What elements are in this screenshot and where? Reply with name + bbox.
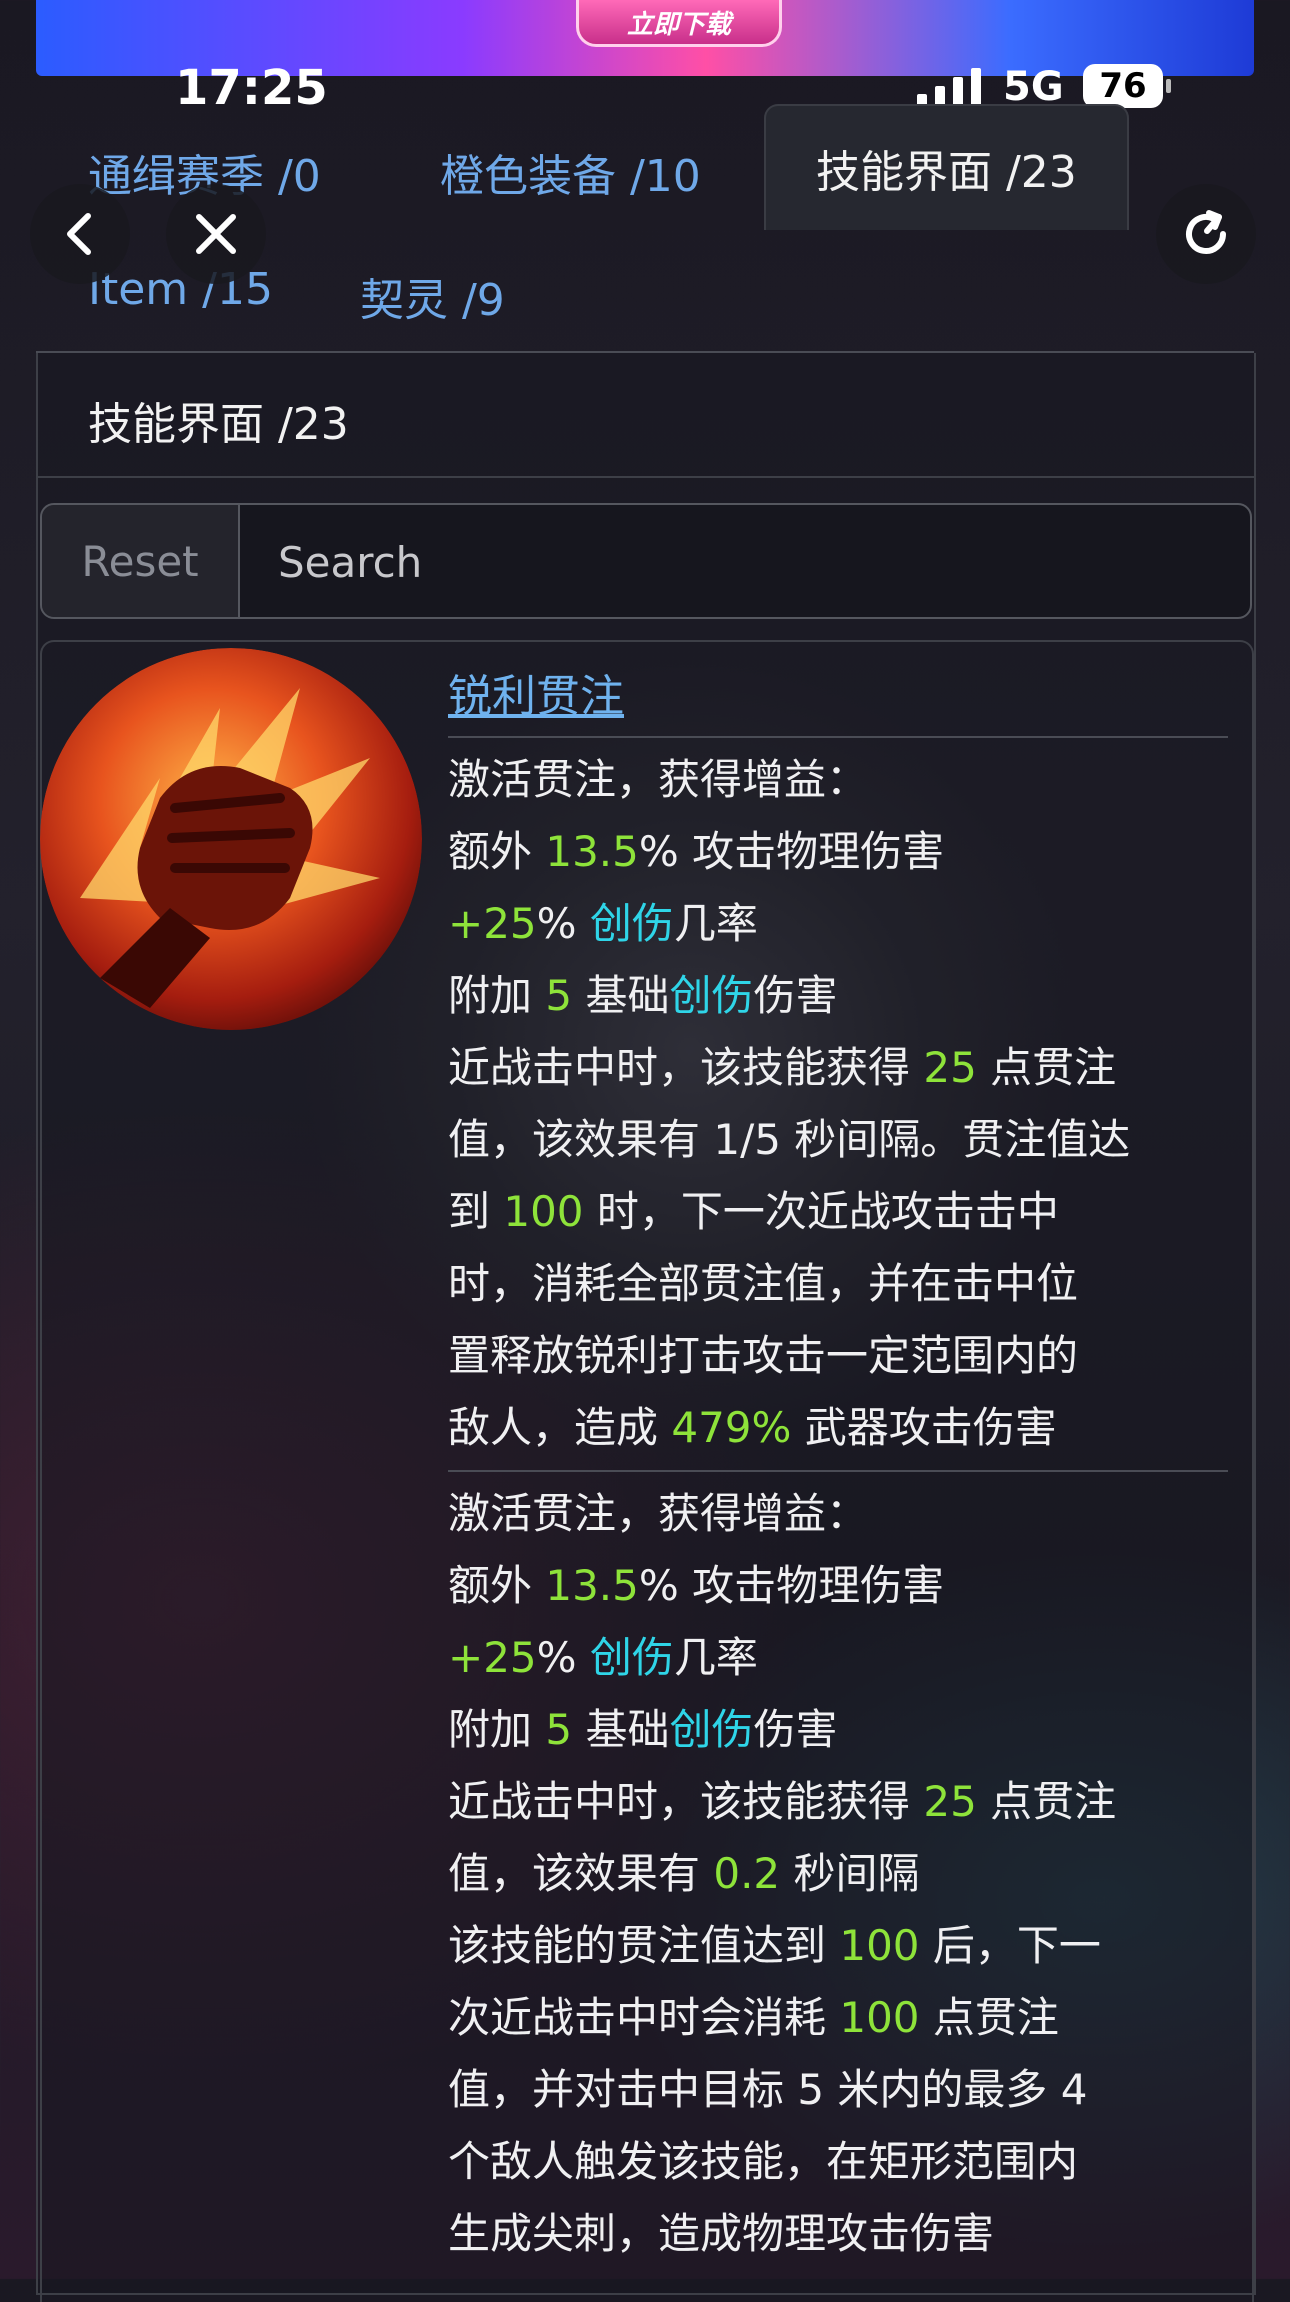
- desc-line: 该技能的贯注值达到 100 后，下一: [448, 1921, 1101, 1970]
- status-time: 17:25: [175, 60, 328, 116]
- signal-icon: [917, 68, 981, 106]
- search-input[interactable]: [240, 505, 1250, 617]
- desc-line: 个敌人触发该技能，在矩形范围内: [448, 2137, 1079, 2186]
- tab-skill-interface[interactable]: 技能界面 /23: [764, 104, 1129, 230]
- battery-level: 76: [1099, 66, 1147, 106]
- description-divider: [448, 1470, 1228, 1472]
- desc-line: +25% 创伤几率: [448, 899, 758, 948]
- desc-line: 值，并对击中目标 5 米内的最多 4: [448, 2065, 1088, 2114]
- desc-line: 额外 13.5% 攻击物理伤害: [448, 1561, 945, 1610]
- refresh-button[interactable]: [1156, 184, 1256, 284]
- refresh-icon: [1186, 210, 1226, 254]
- desc-line: 次近战击中时会消耗 100 点贯注: [448, 1993, 1059, 2042]
- panel-title: 技能界面 /23: [88, 399, 349, 450]
- tab-spirit[interactable]: 契灵 /9: [360, 264, 505, 328]
- chevron-left-icon: [67, 213, 91, 255]
- desc-line: 附加 5 基础创伤伤害: [448, 971, 838, 1020]
- skill-description-1: 激活贯注，获得增益： 额外 13.5% 攻击物理伤害 +25% 创伤几率 附加 …: [448, 744, 1228, 1464]
- skill-name-divider: [448, 736, 1228, 738]
- desc-line: 敌人，造成 479% 武器攻击伤害: [448, 1403, 1057, 1452]
- desc-line: 激活贯注，获得增益：: [448, 755, 869, 804]
- desc-line: 近战击中时，该技能获得 25 点贯注: [448, 1043, 1117, 1092]
- flaming-fist-icon: [40, 648, 422, 1030]
- skill-name-link[interactable]: 锐利贯注: [448, 660, 624, 724]
- reset-button[interactable]: Reset: [42, 505, 240, 617]
- desc-line: 生成尖刺，造成物理攻击伤害: [448, 2209, 995, 2258]
- desc-line: 时，消耗全部贯注值，并在击中位: [448, 1259, 1079, 1308]
- back-button[interactable]: [30, 184, 130, 284]
- skill-description-2: 激活贯注，获得增益： 额外 13.5% 攻击物理伤害 +25% 创伤几率 附加 …: [448, 1478, 1228, 2270]
- desc-line: 附加 5 基础创伤伤害: [448, 1705, 838, 1754]
- tab-orange-equipment[interactable]: 橙色装备 /10: [440, 140, 701, 204]
- desc-line: 值，该效果有 0.2 秒间隔: [448, 1849, 920, 1898]
- close-icon: [196, 214, 236, 254]
- desc-line: 额外 13.5% 攻击物理伤害: [448, 827, 945, 876]
- desc-line: 值，该效果有 1/5 秒间隔。贯注值达: [448, 1115, 1131, 1164]
- panel-divider: [36, 476, 1254, 478]
- desc-line: 近战击中时，该技能获得 25 点贯注: [448, 1777, 1117, 1826]
- search-bar: Reset: [40, 503, 1252, 619]
- desc-line: 到 100 时，下一次近战攻击击中: [448, 1187, 1059, 1236]
- battery-indicator: 76: [1083, 64, 1171, 108]
- close-button[interactable]: [166, 184, 266, 284]
- desc-line: 置释放锐利打击攻击一定范围内的: [448, 1331, 1079, 1380]
- desc-line: 激活贯注，获得增益：: [448, 1489, 869, 1538]
- download-button[interactable]: 立即下载: [576, 0, 782, 47]
- tab-skill-interface-label: 技能界面 /23: [816, 147, 1077, 198]
- desc-line: +25% 创伤几率: [448, 1633, 758, 1682]
